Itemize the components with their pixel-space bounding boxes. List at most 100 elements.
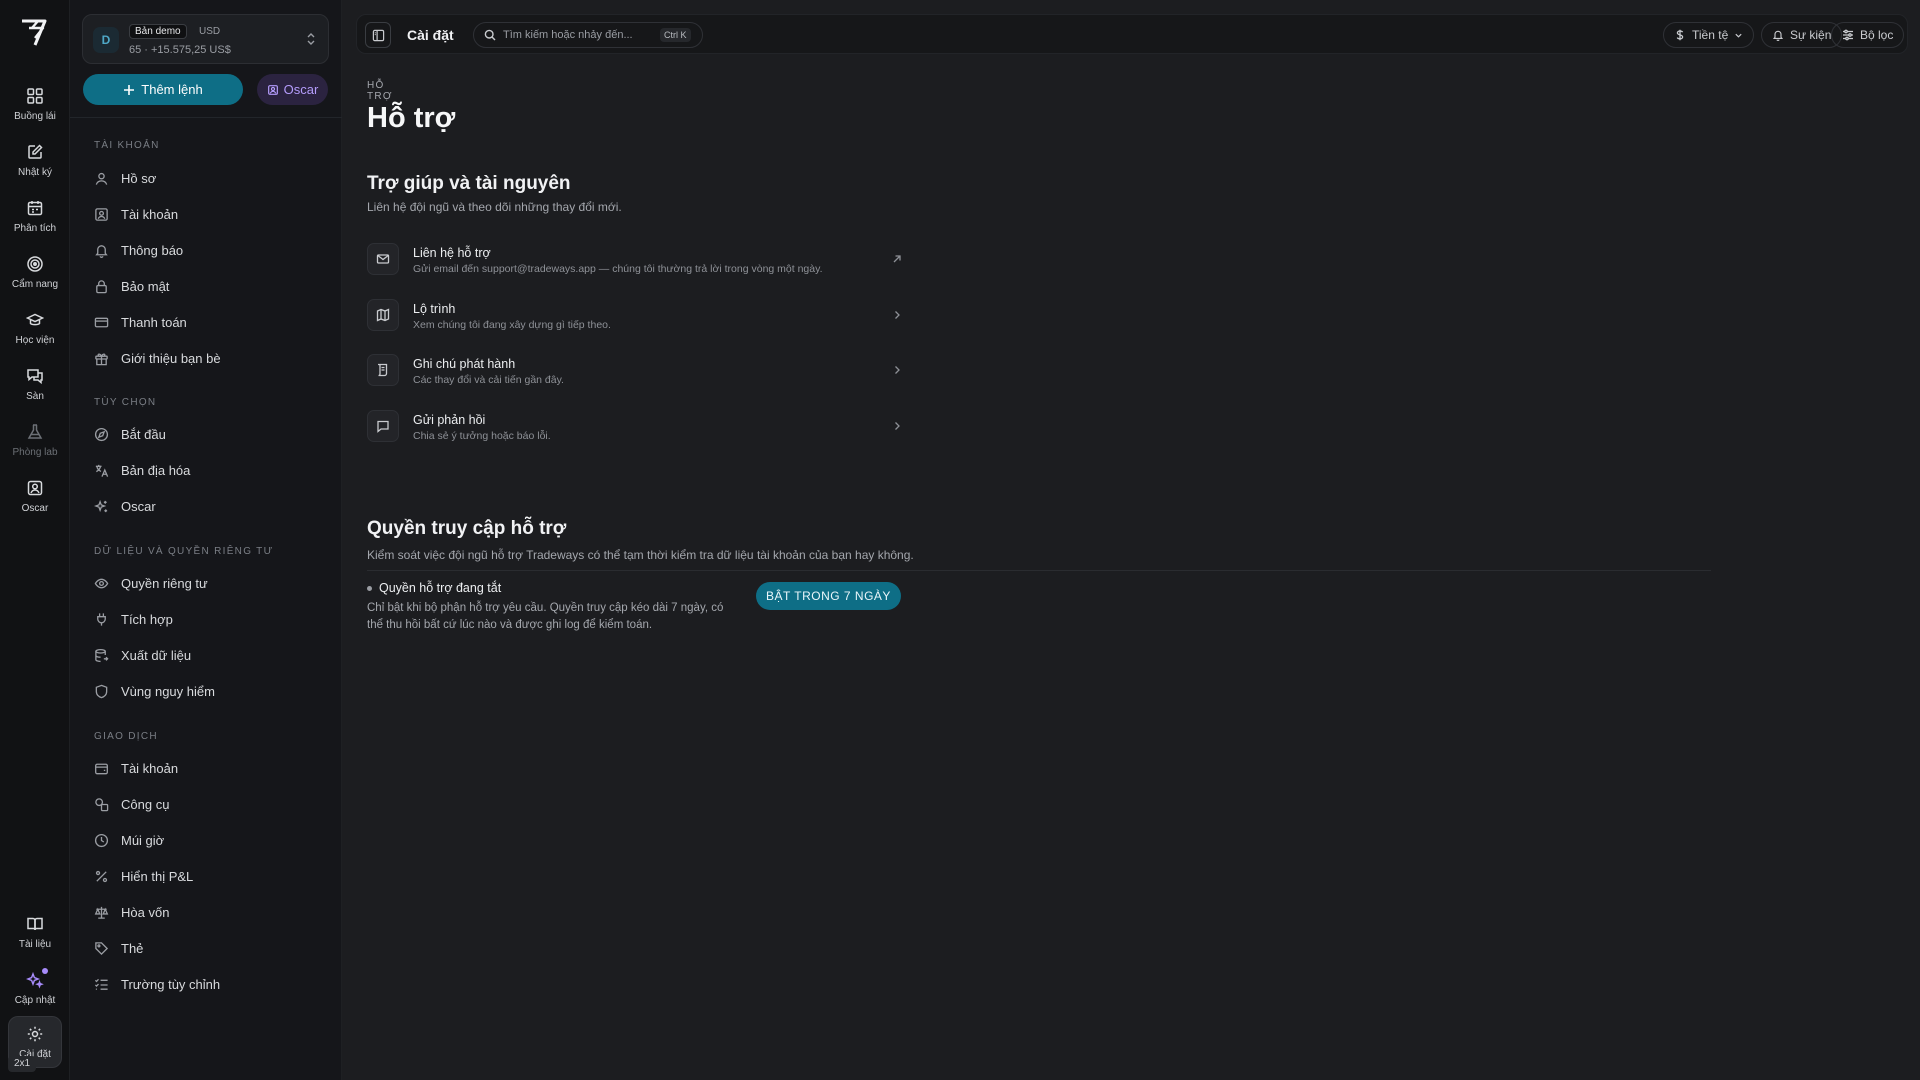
book-icon [27, 917, 43, 930]
sidebar-item-label: Hòa vốn [121, 904, 170, 920]
bell-icon [1772, 30, 1784, 41]
gift-icon [95, 352, 108, 365]
sidebar-item-breakeven[interactable]: Hòa vốn [86, 897, 326, 927]
demo-badge: Bản demo [129, 24, 187, 39]
section-title-account: TÀI KHOẢN [94, 140, 160, 151]
sidebar-item-tags[interactable]: Thẻ [86, 933, 326, 963]
sidebar-item-label: Xuất dữ liệu [121, 647, 192, 663]
section-title-data-privacy: DỮ LIỆU VÀ QUYỀN RIÊNG TƯ [94, 546, 274, 557]
search-box[interactable]: Ctrl K [473, 22, 703, 48]
rail-item-cockpit[interactable]: Buồng lái [8, 78, 62, 130]
sidebar-item-referral[interactable]: Giới thiệu bạn bè [86, 343, 326, 373]
sidebar-item-instruments[interactable]: Công cụ [86, 789, 326, 819]
shield-icon [95, 684, 108, 698]
row-title: Gửi phản hồi [413, 413, 486, 427]
sidebar-item-export-data[interactable]: Xuất dữ liệu [86, 640, 326, 670]
eye-icon [94, 578, 109, 588]
dollar-icon [1676, 29, 1684, 41]
rail-label: Phòng lab [12, 446, 58, 458]
tag-icon [95, 941, 109, 955]
chevron-down-icon [1735, 33, 1742, 38]
sidebar-item-integrations[interactable]: Tích hợp [86, 604, 326, 634]
graduation-cap-icon [26, 313, 44, 325]
sidebar-item-pnl-display[interactable]: Hiển thị P&L [86, 861, 326, 891]
access-heading: Quyền truy cập hỗ trợ [367, 518, 567, 539]
chevron-up-down-icon [307, 33, 315, 45]
sidebar-item-label: Trường tùy chỉnh [121, 976, 221, 992]
sidebar-item-label: Bản địa hóa [121, 462, 191, 478]
sidebar-item-label: Bảo mật [121, 278, 170, 294]
search-input[interactable] [503, 29, 653, 41]
sidebar-panel-icon [372, 29, 384, 41]
zoom-badge: 2x1 [8, 1056, 37, 1072]
map-icon [367, 299, 399, 331]
enable-support-access-button[interactable]: BẬT TRONG 7 NGÀY [756, 582, 901, 610]
sidebar-item-trading-accounts[interactable]: Tài khoản [86, 753, 326, 783]
sidebar-item-profile[interactable]: Hồ sơ [86, 163, 326, 193]
access-description: Chỉ bật khi bộ phận hỗ trợ yêu cầu. Quyề… [367, 602, 724, 631]
sidebar-toggle-button[interactable] [365, 22, 391, 48]
sidebar-item-custom-fields[interactable]: Trường tùy chỉnh [86, 969, 326, 999]
status-indicator [367, 586, 372, 591]
sidebar-item-oscar[interactable]: Oscar [86, 491, 326, 521]
currency-dropdown[interactable]: Tiền tệ [1663, 22, 1755, 48]
sidebar-item-label: Hiển thị P&L [121, 868, 194, 884]
shortcut-hint: Ctrl K [660, 28, 691, 42]
rail-item-lab[interactable]: Phòng lab [8, 414, 62, 466]
rail-item-academy[interactable]: Học viện [8, 302, 62, 354]
add-trade-button[interactable]: Thêm lệnh [83, 74, 243, 105]
sidebar-item-danger-zone[interactable]: Vùng nguy hiểm [86, 676, 326, 706]
rail-item-playbook[interactable]: Cẩm nang [8, 246, 62, 298]
row-title: Ghi chú phát hành [413, 357, 516, 371]
sidebar-item-label: Hồ sơ [121, 170, 157, 186]
sidebar-item-billing[interactable]: Thanh toán [86, 307, 326, 337]
contact-support-row[interactable]: Liên hệ hỗ trợ Gửi email đến support@tra… [367, 237, 907, 283]
rail-label: Sàn [26, 390, 44, 402]
events-label: Sự kiện [1790, 28, 1832, 42]
rail-item-docs[interactable]: Tài liệu [8, 906, 62, 958]
chevron-right-icon [895, 422, 900, 430]
account-balance: 65 · +15.575,25 US$ [129, 44, 231, 56]
row-description: Các thay đổi và cải tiến gần đây. [413, 374, 564, 386]
oscar-button[interactable]: Oscar [257, 74, 328, 105]
sidebar-item-account[interactable]: Tài khoản [86, 199, 326, 229]
sparkles-icon [94, 499, 108, 512]
rail-label: Phân tích [13, 222, 57, 234]
rail-item-journal[interactable]: Nhật ký [8, 134, 62, 186]
sidebar-item-notifications[interactable]: Thông báo [86, 235, 326, 265]
access-subtitle: Kiểm soát việc đội ngũ hỗ trợ Tradeways … [367, 548, 914, 562]
account-switcher[interactable]: D Bản demo USD 65 · +15.575,25 US$ [82, 14, 329, 64]
mail-icon [367, 243, 399, 275]
sidebar-item-timezone[interactable]: Múi giờ [86, 825, 326, 855]
flask-icon [27, 423, 43, 439]
oscar-label: Oscar [283, 82, 319, 97]
rail-item-floor[interactable]: Sàn [8, 358, 62, 410]
sidebar-item-getting-started[interactable]: Bắt đầu [86, 419, 326, 449]
sidebar-item-privacy[interactable]: Quyền riêng tư [86, 568, 326, 598]
row-title: Liên hệ hỗ trợ [413, 246, 491, 260]
contact-icon [95, 207, 108, 221]
tradeways-logo-icon[interactable] [18, 16, 52, 50]
sparkles-icon [26, 971, 44, 989]
row-description: Xem chúng tôi đang xây dựng gì tiếp theo… [413, 319, 611, 331]
sidebar-item-localization[interactable]: Bản địa hóa [86, 455, 326, 485]
sidebar-item-label: Tích hợp [121, 611, 173, 627]
section-title-preferences: TÙY CHỌN [94, 397, 157, 408]
sidebar-item-label: Vùng nguy hiểm [121, 683, 215, 699]
sidebar-item-label: Công cụ [121, 796, 170, 812]
notification-dot [42, 968, 48, 974]
rail-item-analytics[interactable]: Phân tích [8, 190, 62, 242]
credit-card-icon [94, 317, 109, 327]
sidebar-item-security[interactable]: Bảo mật [86, 271, 326, 301]
wallet-icon [95, 763, 108, 774]
roadmap-row[interactable]: Lộ trình Xem chúng tôi đang xây dựng gì … [367, 293, 907, 339]
filter-button[interactable]: Bộ lọc [1831, 22, 1905, 48]
rail-item-updates[interactable]: Cập nhật [8, 962, 62, 1014]
divider [70, 117, 342, 118]
feedback-row[interactable]: Gửi phản hồi Chia sẻ ý tưởng hoặc báo lỗ… [367, 404, 907, 450]
edit-icon [28, 143, 43, 159]
clock-icon [94, 833, 109, 847]
rail-item-oscar[interactable]: Oscar [8, 470, 62, 522]
release-notes-row[interactable]: Ghi chú phát hành Các thay đổi và cải ti… [367, 348, 907, 394]
page-breadcrumb: Cài đặt [407, 27, 454, 43]
